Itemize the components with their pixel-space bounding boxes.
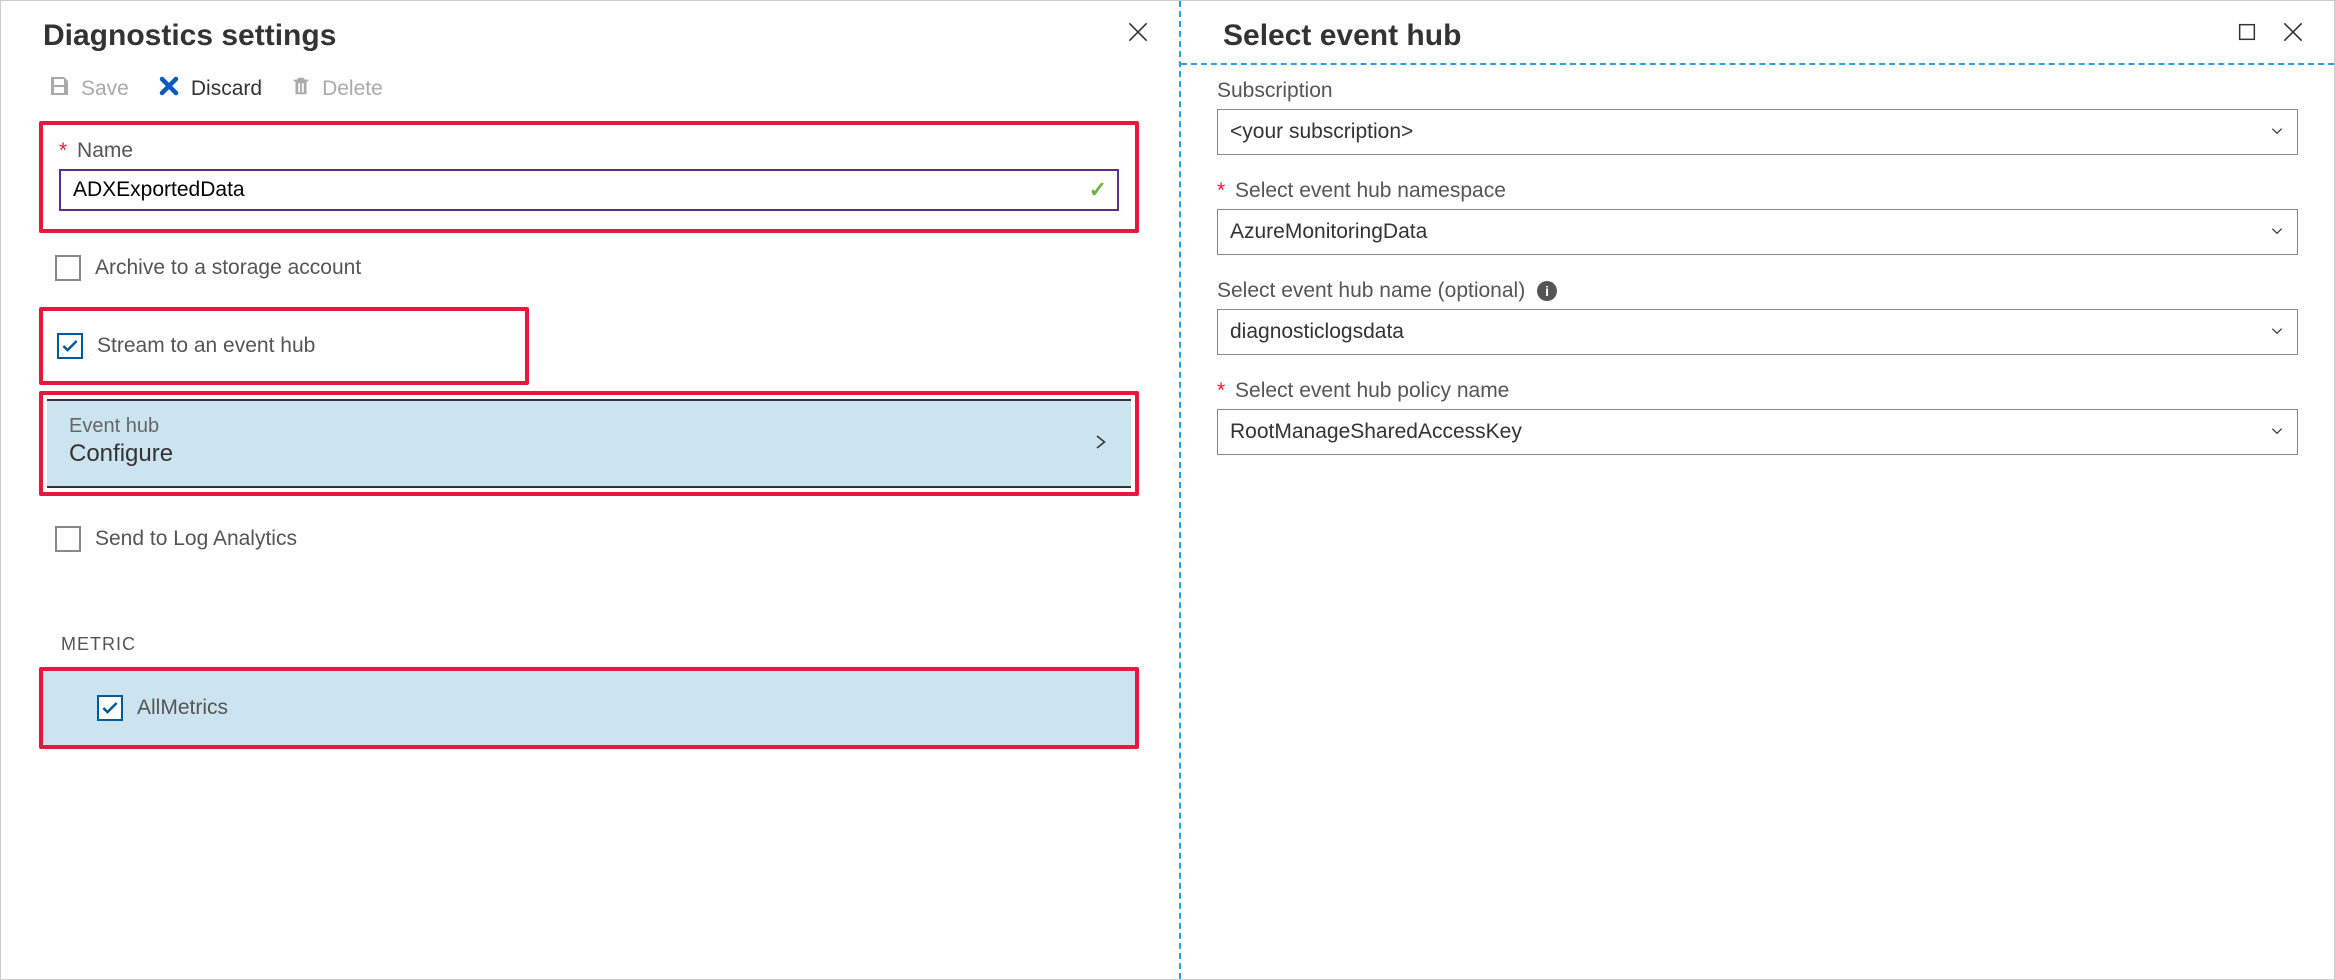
subscription-label-text: Subscription (1217, 79, 1333, 102)
left-form: * Name ✓ Archive to a storage account (1, 121, 1179, 749)
namespace-value: AzureMonitoringData (1230, 220, 1427, 243)
name-input-wrap[interactable]: ✓ (59, 169, 1119, 211)
required-star: * (59, 139, 67, 162)
subscription-label: Subscription (1217, 79, 2298, 103)
maximize-icon[interactable] (2236, 21, 2258, 43)
hubname-label-text: Select event hub name (optional) (1217, 279, 1525, 302)
hubname-label: Select event hub name (optional) i (1217, 279, 2298, 303)
configure-text: Event hub Configure (69, 415, 173, 468)
chevron-down-icon (2267, 320, 2287, 344)
chevron-down-icon (2267, 120, 2287, 144)
archive-label: Archive to a storage account (95, 256, 361, 280)
name-section-highlight: * Name ✓ (39, 121, 1139, 233)
right-header: Select event hub (1181, 1, 2334, 63)
send-la-checkbox-row[interactable]: Send to Log Analytics (39, 514, 1139, 564)
archive-checkbox[interactable] (55, 255, 81, 281)
name-input[interactable] (71, 177, 1077, 203)
chevron-right-icon (1091, 427, 1109, 457)
namespace-label-text: Select event hub namespace (1235, 179, 1506, 202)
configure-panel[interactable]: Event hub Configure (47, 399, 1131, 488)
delete-icon (290, 73, 312, 105)
required-star: * (1217, 379, 1225, 402)
allmetrics-label: AllMetrics (137, 696, 228, 720)
required-star: * (1217, 179, 1225, 202)
right-form: Subscription <your subscription> * Selec… (1181, 65, 2334, 455)
left-header: Diagnostics settings (1, 1, 1179, 63)
policy-value: RootManageSharedAccessKey (1230, 420, 1522, 443)
left-title: Diagnostics settings (43, 19, 336, 53)
save-label: Save (81, 77, 129, 101)
subscription-select[interactable]: <your subscription> (1217, 109, 2298, 155)
hubname-select[interactable]: diagnosticlogsdata (1217, 309, 2298, 355)
discard-button[interactable]: Discard (157, 74, 262, 104)
info-icon[interactable]: i (1537, 281, 1557, 301)
metric-heading: METRIC (61, 634, 1139, 655)
hubname-value: diagnosticlogsdata (1230, 320, 1404, 343)
eventhub-small-label: Event hub (69, 415, 173, 438)
delete-button[interactable]: Delete (290, 73, 383, 105)
stream-checkbox[interactable] (57, 333, 83, 359)
policy-label-text: Select event hub policy name (1235, 379, 1509, 402)
configure-section-highlight: Event hub Configure (39, 391, 1139, 496)
close-icon[interactable] (1125, 19, 1151, 45)
discard-label: Discard (191, 77, 262, 101)
valid-check-icon: ✓ (1089, 177, 1107, 203)
dialog-wrapper: Diagnostics settings Save Discard (0, 0, 2335, 980)
subscription-value: <your subscription> (1230, 120, 1413, 143)
policy-label: * Select event hub policy name (1217, 379, 2298, 403)
policy-select[interactable]: RootManageSharedAccessKey (1217, 409, 2298, 455)
delete-label: Delete (322, 77, 383, 101)
select-event-hub-pane: Select event hub Subscription <your subs… (1181, 1, 2334, 979)
allmetrics-highlight: AllMetrics (39, 667, 1139, 749)
chevron-down-icon (2267, 420, 2287, 444)
name-label: Name (77, 139, 133, 162)
stream-label: Stream to an event hub (97, 334, 315, 358)
name-label-row: * Name (59, 139, 1119, 163)
right-title: Select event hub (1223, 19, 1461, 53)
discard-icon (157, 74, 181, 104)
close-icon[interactable] (2280, 19, 2306, 45)
send-la-checkbox[interactable] (55, 526, 81, 552)
save-icon (47, 73, 71, 105)
diagnostics-settings-pane: Diagnostics settings Save Discard (1, 1, 1181, 979)
allmetrics-row[interactable]: AllMetrics (97, 695, 1115, 721)
namespace-select[interactable]: AzureMonitoringData (1217, 209, 2298, 255)
chevron-down-icon (2267, 220, 2287, 244)
configure-value: Configure (69, 440, 173, 468)
allmetrics-checkbox[interactable] (97, 695, 123, 721)
namespace-label: * Select event hub namespace (1217, 179, 2298, 203)
save-button[interactable]: Save (47, 73, 129, 105)
toolbar: Save Discard Delete (1, 63, 1179, 121)
send-la-label: Send to Log Analytics (95, 527, 297, 551)
stream-checkbox-row[interactable]: Stream to an event hub (43, 321, 525, 371)
archive-checkbox-row[interactable]: Archive to a storage account (39, 243, 1139, 293)
stream-section-highlight: Stream to an event hub (39, 307, 529, 385)
